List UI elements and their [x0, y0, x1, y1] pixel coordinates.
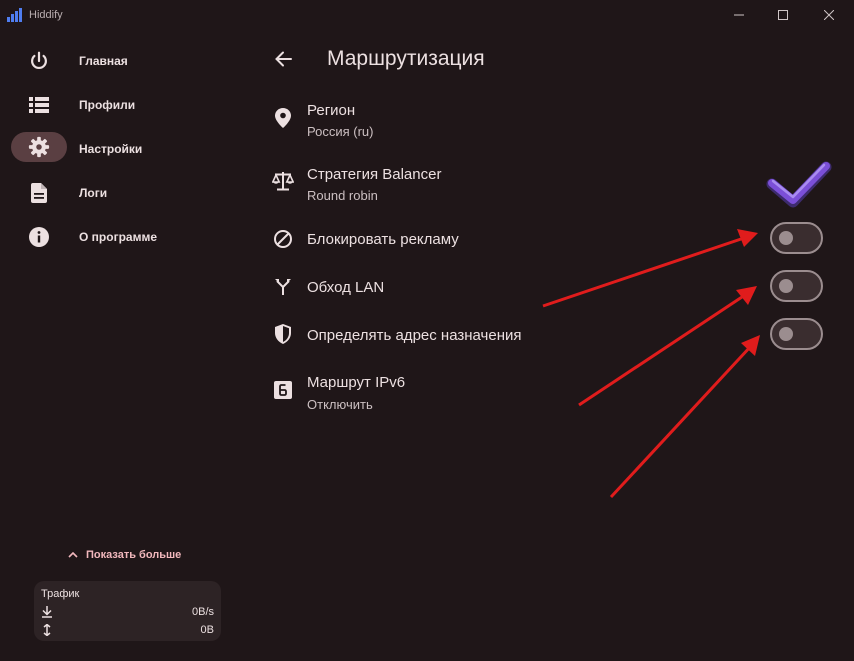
- sidebar-item-label: Профили: [79, 98, 136, 112]
- setting-title: Обход LAN: [307, 279, 385, 296]
- back-button[interactable]: [272, 47, 296, 71]
- sidebar-item-label: Логи: [79, 186, 108, 200]
- checkmark-icon: [766, 161, 832, 208]
- minimize-button[interactable]: [716, 0, 762, 30]
- ipv6-badge-icon: [272, 379, 294, 401]
- up-down-arrow-icon: [43, 624, 51, 636]
- sidebar-item-label: О программе: [79, 230, 158, 244]
- gear-icon: [28, 136, 50, 158]
- setting-title: Регион: [307, 102, 356, 119]
- power-icon: [31, 51, 47, 70]
- sidebar-item-about[interactable]: [11, 222, 67, 252]
- toggle-knob: [779, 231, 793, 245]
- sidebar-item-settings[interactable]: [11, 132, 67, 162]
- sidebar-item-label: Настройки: [79, 142, 143, 156]
- fork-icon: [272, 276, 294, 298]
- minimize-icon: [734, 14, 744, 16]
- sidebar-item-profiles[interactable]: [11, 90, 67, 120]
- block-ads-toggle[interactable]: [770, 222, 823, 254]
- page-title: Маршрутизация: [327, 47, 485, 70]
- setting-title: Блокировать рекламу: [307, 231, 459, 248]
- maximize-button[interactable]: [760, 0, 806, 30]
- show-more-label: Показать больше: [86, 549, 182, 561]
- toggle-knob: [779, 327, 793, 341]
- close-icon: [824, 10, 834, 20]
- download-arrow-icon: [42, 606, 52, 618]
- setting-title: Маршрут IPv6: [307, 374, 406, 391]
- red-arrow-icon: [609, 335, 760, 499]
- setting-title: Стратегия Balancer: [307, 166, 442, 183]
- sidebar-item-logs[interactable]: [11, 178, 67, 208]
- traffic-total: 0B: [200, 624, 214, 636]
- maximize-icon: [778, 10, 788, 20]
- arrow-left-icon: [275, 51, 292, 67]
- lan-bypass-toggle[interactable]: [770, 270, 823, 302]
- shield-icon: [272, 323, 294, 345]
- window-title: Hiddify: [29, 9, 63, 21]
- toggle-knob: [779, 279, 793, 293]
- list-icon: [29, 97, 49, 113]
- traffic-total-row: 0B: [41, 624, 214, 638]
- red-arrow-icon: [542, 229, 758, 308]
- detect-destination-toggle[interactable]: [770, 318, 823, 350]
- show-more-button[interactable]: Показать больше: [68, 549, 181, 561]
- traffic-card: Трафик 0B/s 0B: [34, 581, 221, 641]
- balance-scale-icon: [272, 170, 294, 192]
- app-logo-icon: [7, 8, 22, 22]
- traffic-title: Трафик: [41, 588, 80, 600]
- info-icon: [29, 227, 49, 247]
- location-pin-icon: [272, 107, 294, 129]
- red-arrow-icon: [578, 286, 757, 407]
- setting-subtitle: Россия (ru): [307, 124, 374, 139]
- sidebar-item-label: Главная: [79, 54, 128, 68]
- block-icon: [272, 228, 294, 250]
- setting-subtitle: Round robin: [307, 188, 378, 203]
- setting-title: Определять адрес назначения: [307, 327, 522, 344]
- sidebar: Главная Профили Настройки Логи О програм…: [0, 30, 232, 661]
- chevron-up-icon: [68, 552, 78, 558]
- title-bar: Hiddify: [0, 0, 854, 30]
- sidebar-item-home[interactable]: [11, 46, 67, 76]
- traffic-speed-row: 0B/s: [41, 606, 214, 620]
- traffic-speed: 0B/s: [191, 606, 214, 618]
- setting-subtitle: Отключить: [307, 397, 373, 412]
- close-button[interactable]: [806, 0, 852, 30]
- document-icon: [31, 183, 47, 203]
